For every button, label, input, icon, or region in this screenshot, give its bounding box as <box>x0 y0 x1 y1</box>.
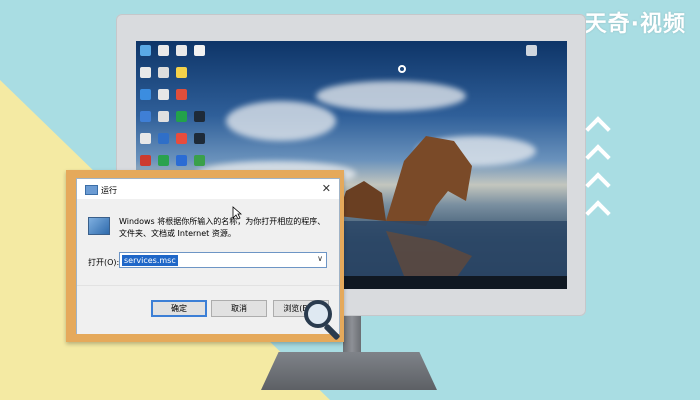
mouse-cursor-icon <box>232 206 242 220</box>
watermark-logo: 天奇·视频 <box>584 12 686 37</box>
chevron-down-icon[interactable]: ∨ <box>317 254 323 263</box>
ok-button[interactable]: 确定 <box>151 300 207 317</box>
up-arrows-decoration <box>585 116 611 232</box>
open-input[interactable]: services.msc ∨ <box>119 252 327 268</box>
run-program-icon <box>88 217 110 235</box>
open-input-value[interactable]: services.msc <box>122 255 178 266</box>
run-dialog: 运行 ✕ Windows 将根据你所输入的名称，为你打开相应的程序、文件夹、文档… <box>76 178 340 334</box>
dialog-title: 运行 <box>101 186 117 195</box>
open-label: 打开(O): <box>88 258 120 267</box>
cancel-button[interactable]: 取消 <box>211 300 267 317</box>
close-icon[interactable]: ✕ <box>322 182 331 195</box>
title-bar: 运行 ✕ <box>77 179 339 199</box>
monitor-base <box>261 352 437 390</box>
dialog-description: Windows 将根据你所输入的名称，为你打开相应的程序、文件夹、文档或 Int… <box>119 217 326 238</box>
monitor-neck <box>343 316 361 358</box>
run-icon <box>85 185 98 195</box>
